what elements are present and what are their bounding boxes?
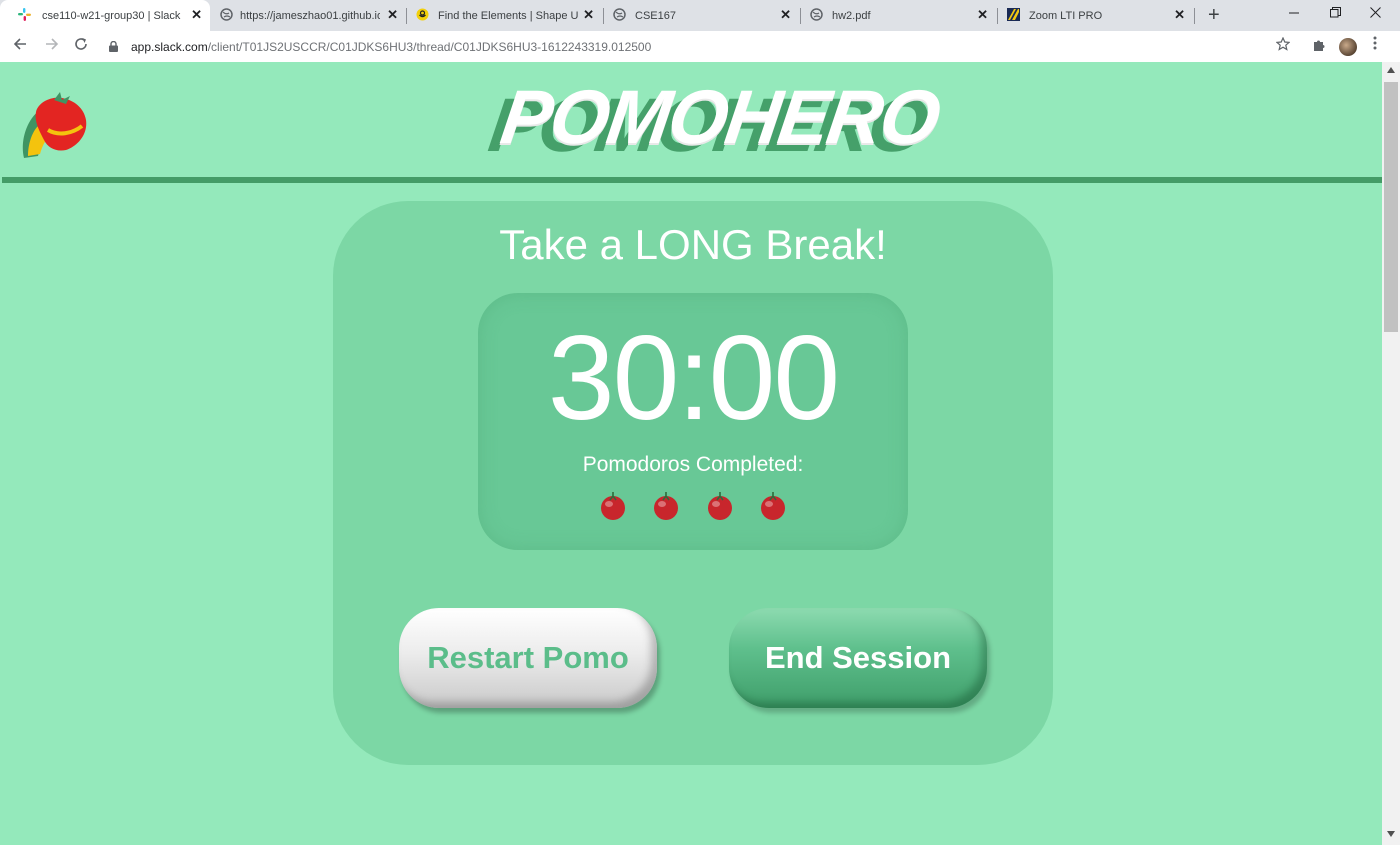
app-title: POMOHERO — [496, 75, 944, 160]
new-tab-button[interactable]: + — [1208, 4, 1220, 27]
zoom-lti-icon — [1007, 8, 1020, 21]
globe-icon — [220, 8, 233, 21]
profile-avatar[interactable] — [1339, 38, 1357, 56]
tab-separator — [800, 8, 801, 24]
tab-slack[interactable]: cse110-w21-group30 | Slack ✕ — [0, 0, 210, 31]
scroll-up-arrow-icon[interactable] — [1387, 66, 1395, 75]
tab-separator — [1194, 8, 1195, 24]
tomato-icon — [651, 491, 681, 521]
tab-cse167[interactable]: CSE167 ✕ — [605, 0, 799, 31]
lock-icon — [109, 41, 123, 52]
tomato-icon — [598, 491, 628, 521]
close-icon[interactable]: ✕ — [583, 7, 594, 23]
bookmark-star-icon[interactable] — [1275, 36, 1291, 56]
tab-hw2[interactable]: hw2.pdf ✕ — [802, 0, 996, 31]
page-content: POMOHERO POMOHERO Take a LONG Break! 30:… — [0, 62, 1382, 845]
restore-icon[interactable] — [1330, 5, 1341, 21]
tab-title: Find the Elements | Shape Up — [438, 9, 578, 22]
scroll-down-arrow-icon[interactable] — [1387, 830, 1395, 839]
pomohero-logo-icon — [18, 90, 94, 171]
globe-icon — [810, 8, 823, 21]
tab-separator — [997, 8, 998, 24]
restart-pomo-button[interactable]: Restart Pomo — [399, 608, 657, 708]
header-divider — [2, 177, 1382, 183]
tomato-icon — [705, 491, 735, 521]
close-icon[interactable]: ✕ — [387, 7, 398, 23]
forward-arrow-icon[interactable] — [45, 37, 59, 56]
slack-icon — [18, 8, 31, 21]
close-icon[interactable]: ✕ — [977, 7, 988, 23]
tab-separator — [603, 8, 604, 24]
pomodoro-counter — [598, 491, 788, 521]
session-status-title: Take a LONG Break! — [499, 221, 887, 268]
extensions-puzzle-icon[interactable] — [1312, 38, 1326, 55]
end-session-button[interactable]: End Session — [729, 608, 987, 708]
tab-zoom[interactable]: Zoom LTI PRO ✕ — [999, 0, 1193, 31]
address-bar[interactable]: app.slack.com/client/T01JS2USCCR/C01JDKS… — [103, 34, 1303, 59]
window-close-icon[interactable] — [1370, 5, 1381, 21]
tab-title: cse110-w21-group30 | Slack — [42, 9, 181, 22]
tab-title: https://jameszhao01.github.io — [240, 9, 380, 22]
url-path: /client/T01JS2USCCR/C01JDKS6HU3/thread/C… — [207, 39, 652, 54]
tab-strip: cse110-w21-group30 | Slack ✕ https://jam… — [0, 0, 1400, 31]
tab-title: Zoom LTI PRO — [1029, 9, 1103, 22]
tomato-icon — [758, 491, 788, 521]
pomodoros-completed-label: Pomodoros Completed: — [582, 453, 804, 476]
app-brand: POMOHERO POMOHERO — [484, 72, 944, 182]
timer-card: Take a LONG Break! 30:00 Pomodoros Compl… — [333, 201, 1053, 765]
close-icon[interactable]: ✕ — [1174, 7, 1185, 23]
globe-icon — [613, 8, 626, 21]
tab-separator — [406, 8, 407, 24]
scrollbar-thumb[interactable] — [1384, 82, 1398, 332]
url-host: app.slack.com — [131, 39, 208, 54]
reload-icon[interactable] — [74, 37, 88, 56]
kebab-menu-icon[interactable] — [1373, 36, 1377, 55]
timer-panel: 30:00 Pomodoros Completed: — [478, 293, 908, 550]
page-scrollbar[interactable] — [1382, 62, 1400, 845]
browser-toolbar: app.slack.com/client/T01JS2USCCR/C01JDKS… — [0, 31, 1400, 62]
countdown-timer: 30:00 — [547, 311, 840, 445]
back-arrow-icon[interactable] — [13, 37, 27, 56]
close-icon[interactable]: ✕ — [780, 7, 791, 23]
shapeup-icon — [416, 8, 429, 21]
tab-github[interactable]: https://jameszhao01.github.io ✕ — [212, 0, 406, 31]
close-icon[interactable]: ✕ — [191, 7, 202, 23]
tab-shapeup[interactable]: Find the Elements | Shape Up ✕ — [408, 0, 602, 31]
minimize-icon[interactable] — [1289, 5, 1300, 21]
tab-title: hw2.pdf — [832, 9, 871, 22]
tab-title: CSE167 — [635, 9, 676, 22]
